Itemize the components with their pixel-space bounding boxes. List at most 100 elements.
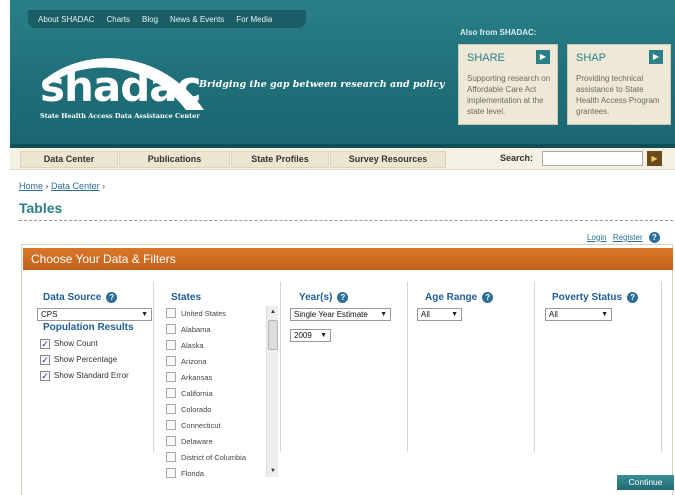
help-icon[interactable]: ?: [482, 292, 494, 303]
top-nav-blog[interactable]: Blog: [142, 15, 158, 24]
show-percentage-option[interactable]: ✓ Show Percentage: [40, 355, 117, 365]
show-count-option[interactable]: ✓ Show Count: [40, 339, 98, 349]
register-link[interactable]: Register: [613, 233, 643, 242]
checkbox-icon[interactable]: [166, 436, 176, 446]
column-divider: [534, 282, 535, 452]
state-item[interactable]: Delaware: [166, 433, 270, 449]
dropdown-arrow-icon: ▼: [380, 311, 387, 318]
state-label: United States: [181, 308, 227, 318]
checkbox-icon[interactable]: [166, 420, 176, 430]
top-nav: About SHADAC Charts Blog News & Events F…: [28, 10, 306, 28]
nav-tab-state-profiles[interactable]: State Profiles: [231, 151, 329, 168]
state-item[interactable]: California: [166, 385, 270, 401]
state-label: Arkansas: [181, 372, 213, 382]
search-input[interactable]: [542, 151, 643, 166]
state-item[interactable]: Alabama: [166, 321, 270, 337]
scroll-thumb[interactable]: [268, 320, 278, 350]
data-source-value: CPS: [41, 310, 58, 319]
column-divider: [661, 282, 662, 452]
state-label: District of Columbia: [181, 452, 247, 462]
state-label: Connecticut: [181, 420, 221, 430]
top-nav-news-events[interactable]: News & Events: [170, 15, 224, 24]
state-item[interactable]: District of Columbia: [166, 449, 270, 465]
states-scrollbar[interactable]: ▲ ▼: [266, 306, 278, 477]
scroll-down-icon[interactable]: ▼: [267, 466, 279, 476]
top-nav-about[interactable]: About SHADAC: [38, 15, 94, 24]
top-nav-charts[interactable]: Charts: [106, 15, 130, 24]
nav-tab-data-center[interactable]: Data Center: [20, 151, 118, 168]
column-divider: [153, 282, 154, 452]
login-link[interactable]: Login: [587, 233, 607, 242]
breadcrumb-separator: ›: [45, 181, 49, 191]
state-label: Alabama: [181, 324, 211, 334]
dropdown-arrow-icon: ▼: [451, 311, 458, 318]
checkbox-checked-icon[interactable]: ✓: [40, 371, 50, 381]
state-item[interactable]: Arizona: [166, 353, 270, 369]
estimate-type-value: Single Year Estimate: [294, 310, 368, 319]
arrow-right-icon[interactable]: ▶: [649, 50, 663, 64]
state-label: California: [181, 388, 213, 398]
auth-links: Login Register ?: [587, 232, 660, 243]
checkbox-icon[interactable]: [166, 388, 176, 398]
help-icon[interactable]: ?: [627, 292, 639, 303]
search-label: Search:: [500, 153, 534, 163]
nav-tab-survey-resources[interactable]: Survey Resources: [330, 151, 446, 168]
checkbox-icon[interactable]: [166, 404, 176, 414]
checkbox-icon[interactable]: [166, 452, 176, 462]
top-nav-for-media[interactable]: For Media: [236, 15, 272, 24]
breadcrumb-data-center[interactable]: Data Center: [51, 181, 100, 191]
logo[interactable]: shadac: [40, 66, 202, 108]
state-item[interactable]: Connecticut: [166, 417, 270, 433]
dropdown-arrow-icon: ▼: [601, 311, 608, 318]
checkbox-icon[interactable]: [166, 372, 176, 382]
column-divider: [280, 282, 281, 452]
estimate-type-select[interactable]: Single Year Estimate ▼: [290, 308, 391, 321]
checkbox-icon[interactable]: [166, 308, 176, 318]
poverty-status-title: Poverty Status: [552, 292, 623, 304]
year-value: 2009: [294, 331, 312, 340]
checkbox-checked-icon[interactable]: ✓: [40, 355, 50, 365]
breadcrumb-separator: ›: [102, 181, 106, 191]
checkbox-icon[interactable]: [166, 340, 176, 350]
scroll-up-icon[interactable]: ▲: [267, 307, 279, 317]
help-icon[interactable]: ?: [106, 292, 118, 303]
states-title: States: [171, 292, 202, 303]
breadcrumb-home[interactable]: Home: [19, 181, 43, 191]
share-card-text: Supporting research on Affordable Care A…: [467, 74, 551, 116]
data-source-select[interactable]: CPS ▼: [37, 308, 152, 321]
shap-card[interactable]: SHAP ▶ Providing technical assistance to…: [567, 44, 671, 125]
arrow-right-icon[interactable]: ▶: [536, 50, 550, 64]
state-item[interactable]: United States: [166, 305, 270, 321]
poverty-status-select[interactable]: All ▼: [545, 308, 612, 321]
state-item[interactable]: Arkansas: [166, 369, 270, 385]
checkbox-icon[interactable]: [166, 468, 176, 478]
state-item[interactable]: Colorado: [166, 401, 270, 417]
age-range-select[interactable]: All ▼: [417, 308, 462, 321]
checkbox-icon[interactable]: [166, 356, 176, 366]
states-list[interactable]: United States Alabama Alaska Arizona Ark…: [166, 305, 270, 479]
help-icon[interactable]: ?: [337, 292, 349, 303]
checkbox-checked-icon[interactable]: ✓: [40, 339, 50, 349]
dropdown-arrow-icon: ▼: [141, 311, 148, 318]
checkbox-icon[interactable]: [166, 324, 176, 334]
age-range-value: All: [421, 310, 430, 319]
year-select[interactable]: 2009 ▼: [290, 329, 331, 342]
state-item[interactable]: Alaska: [166, 337, 270, 353]
show-standard-error-option[interactable]: ✓ Show Standard Error: [40, 371, 129, 381]
years-title: Year(s): [299, 292, 333, 304]
help-icon[interactable]: ?: [648, 232, 660, 243]
continue-button[interactable]: Continue: [617, 475, 674, 490]
state-label: Florida: [181, 468, 204, 478]
show-standard-error-label: Show Standard Error: [54, 371, 129, 381]
search-go-button[interactable]: ▶: [647, 151, 662, 166]
share-card-title: SHARE: [467, 52, 505, 64]
state-item[interactable]: Florida: [166, 465, 270, 479]
share-card[interactable]: SHARE ▶ Supporting research on Affordabl…: [458, 44, 558, 125]
page: About SHADAC Charts Blog News & Events F…: [10, 0, 675, 495]
title-divider: [19, 220, 673, 221]
also-from-label: Also from SHADAC:: [460, 28, 537, 37]
nav-tab-publications[interactable]: Publications: [119, 151, 230, 168]
state-label: Colorado: [181, 404, 212, 414]
panel-header: Choose Your Data & Filters: [23, 248, 673, 270]
age-range-heading: Age Range?: [425, 292, 494, 303]
